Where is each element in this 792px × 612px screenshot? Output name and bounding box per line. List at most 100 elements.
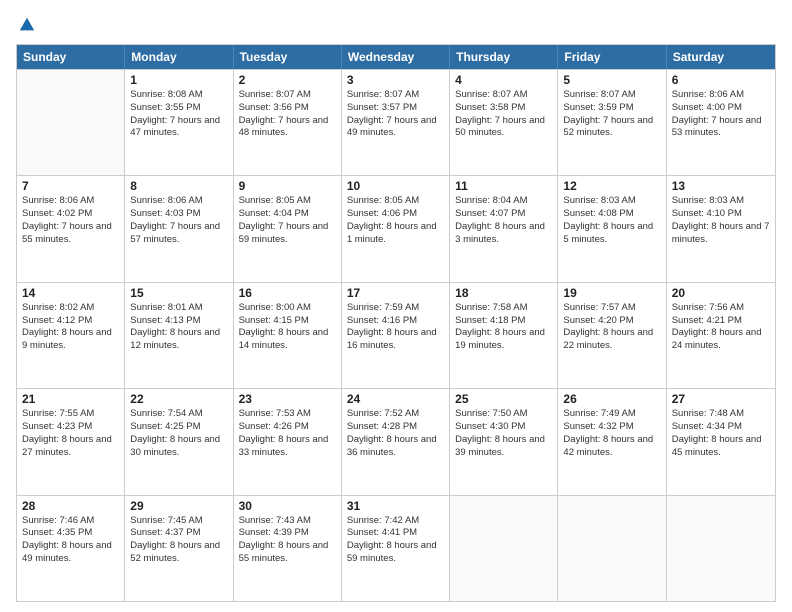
day-number: 19 bbox=[563, 286, 660, 300]
calendar-header: SundayMondayTuesdayWednesdayThursdayFrid… bbox=[17, 45, 775, 69]
day-number: 2 bbox=[239, 73, 336, 87]
day-info: Sunrise: 7:43 AMSunset: 4:39 PMDaylight:… bbox=[239, 515, 336, 566]
day-info: Sunrise: 7:50 AMSunset: 4:30 PMDaylight:… bbox=[455, 408, 552, 459]
day-number: 3 bbox=[347, 73, 444, 87]
weekday-header: Friday bbox=[558, 45, 666, 69]
day-info: Sunrise: 7:52 AMSunset: 4:28 PMDaylight:… bbox=[347, 408, 444, 459]
calendar-cell: 10 Sunrise: 8:05 AMSunset: 4:06 PMDayligh… bbox=[342, 176, 450, 281]
calendar-cell: 18 Sunrise: 7:58 AMSunset: 4:18 PMDayligh… bbox=[450, 283, 558, 388]
day-info: Sunrise: 8:07 AMSunset: 3:56 PMDaylight:… bbox=[239, 89, 336, 140]
day-number: 15 bbox=[130, 286, 227, 300]
day-info: Sunrise: 8:05 AMSunset: 4:06 PMDaylight:… bbox=[347, 195, 444, 246]
calendar-cell: 2 Sunrise: 8:07 AMSunset: 3:56 PMDaylight… bbox=[234, 70, 342, 175]
calendar-cell: 20 Sunrise: 7:56 AMSunset: 4:21 PMDayligh… bbox=[667, 283, 775, 388]
day-number: 12 bbox=[563, 179, 660, 193]
calendar-body: 1 Sunrise: 8:08 AMSunset: 3:55 PMDaylight… bbox=[17, 69, 775, 601]
weekday-header: Tuesday bbox=[234, 45, 342, 69]
day-number: 13 bbox=[672, 179, 770, 193]
calendar-cell: 11 Sunrise: 8:04 AMSunset: 4:07 PMDayligh… bbox=[450, 176, 558, 281]
day-number: 10 bbox=[347, 179, 444, 193]
day-number: 5 bbox=[563, 73, 660, 87]
calendar-cell: 17Sunrise: 7:59 AMSunset: 4:16 PMDayligh… bbox=[342, 283, 450, 388]
calendar-cell: 8Sunrise: 8:06 AMSunset: 4:03 PMDaylight… bbox=[125, 176, 233, 281]
day-info: Sunrise: 7:45 AMSunset: 4:37 PMDaylight:… bbox=[130, 515, 227, 566]
day-number: 9 bbox=[239, 179, 336, 193]
weekday-header: Monday bbox=[125, 45, 233, 69]
logo-icon bbox=[18, 16, 36, 34]
day-info: Sunrise: 7:59 AMSunset: 4:16 PMDaylight:… bbox=[347, 302, 444, 353]
logo-text bbox=[16, 16, 36, 34]
day-info: Sunrise: 8:03 AMSunset: 4:08 PMDaylight:… bbox=[563, 195, 660, 246]
day-info: Sunrise: 8:07 AMSunset: 3:59 PMDaylight:… bbox=[563, 89, 660, 140]
day-number: 23 bbox=[239, 392, 336, 406]
day-number: 30 bbox=[239, 499, 336, 513]
calendar-cell: 31 Sunrise: 7:42 AMSunset: 4:41 PMDayligh… bbox=[342, 496, 450, 601]
day-info: Sunrise: 7:46 AMSunset: 4:35 PMDaylight:… bbox=[22, 515, 119, 566]
day-number: 4 bbox=[455, 73, 552, 87]
day-number: 1 bbox=[130, 73, 227, 87]
calendar-cell: 1 Sunrise: 8:08 AMSunset: 3:55 PMDaylight… bbox=[125, 70, 233, 175]
calendar-cell: 21Sunrise: 7:55 AMSunset: 4:23 PMDayligh… bbox=[17, 389, 125, 494]
calendar-row: 1 Sunrise: 8:08 AMSunset: 3:55 PMDaylight… bbox=[17, 69, 775, 175]
day-info: Sunrise: 8:06 AMSunset: 4:03 PMDaylight:… bbox=[130, 195, 227, 246]
calendar-cell bbox=[17, 70, 125, 175]
weekday-header: Wednesday bbox=[342, 45, 450, 69]
day-info: Sunrise: 8:06 AMSunset: 4:02 PMDaylight:… bbox=[22, 195, 119, 246]
day-number: 20 bbox=[672, 286, 770, 300]
calendar-cell: 6 Sunrise: 8:06 AMSunset: 4:00 PMDaylight… bbox=[667, 70, 775, 175]
day-number: 11 bbox=[455, 179, 552, 193]
calendar-cell bbox=[450, 496, 558, 601]
day-info: Sunrise: 7:42 AMSunset: 4:41 PMDaylight:… bbox=[347, 515, 444, 566]
calendar: SundayMondayTuesdayWednesdayThursdayFrid… bbox=[16, 44, 776, 602]
calendar-cell: 5 Sunrise: 8:07 AMSunset: 3:59 PMDaylight… bbox=[558, 70, 666, 175]
calendar-row: 28 Sunrise: 7:46 AMSunset: 4:35 PMDayligh… bbox=[17, 495, 775, 601]
weekday-header: Thursday bbox=[450, 45, 558, 69]
day-number: 27 bbox=[672, 392, 770, 406]
calendar-cell: 15 Sunrise: 8:01 AMSunset: 4:13 PMDayligh… bbox=[125, 283, 233, 388]
calendar-cell: 26 Sunrise: 7:49 AMSunset: 4:32 PMDayligh… bbox=[558, 389, 666, 494]
day-number: 7 bbox=[22, 179, 119, 193]
calendar-row: 14Sunrise: 8:02 AMSunset: 4:12 PMDayligh… bbox=[17, 282, 775, 388]
day-info: Sunrise: 7:58 AMSunset: 4:18 PMDaylight:… bbox=[455, 302, 552, 353]
day-info: Sunrise: 8:02 AMSunset: 4:12 PMDaylight:… bbox=[22, 302, 119, 353]
day-info: Sunrise: 7:57 AMSunset: 4:20 PMDaylight:… bbox=[563, 302, 660, 353]
day-number: 25 bbox=[455, 392, 552, 406]
day-info: Sunrise: 8:01 AMSunset: 4:13 PMDaylight:… bbox=[130, 302, 227, 353]
calendar-cell: 30 Sunrise: 7:43 AMSunset: 4:39 PMDayligh… bbox=[234, 496, 342, 601]
day-info: Sunrise: 8:06 AMSunset: 4:00 PMDaylight:… bbox=[672, 89, 770, 140]
header bbox=[16, 16, 776, 34]
calendar-cell bbox=[558, 496, 666, 601]
calendar-cell: 22Sunrise: 7:54 AMSunset: 4:25 PMDayligh… bbox=[125, 389, 233, 494]
day-number: 26 bbox=[563, 392, 660, 406]
calendar-cell: 24Sunrise: 7:52 AMSunset: 4:28 PMDayligh… bbox=[342, 389, 450, 494]
day-number: 6 bbox=[672, 73, 770, 87]
day-info: Sunrise: 8:05 AMSunset: 4:04 PMDaylight:… bbox=[239, 195, 336, 246]
logo bbox=[16, 16, 36, 34]
day-info: Sunrise: 8:04 AMSunset: 4:07 PMDaylight:… bbox=[455, 195, 552, 246]
day-info: Sunrise: 8:07 AMSunset: 3:58 PMDaylight:… bbox=[455, 89, 552, 140]
calendar-cell bbox=[667, 496, 775, 601]
calendar-cell: 29 Sunrise: 7:45 AMSunset: 4:37 PMDayligh… bbox=[125, 496, 233, 601]
day-number: 18 bbox=[455, 286, 552, 300]
day-info: Sunrise: 8:00 AMSunset: 4:15 PMDaylight:… bbox=[239, 302, 336, 353]
day-number: 29 bbox=[130, 499, 227, 513]
weekday-header: Sunday bbox=[17, 45, 125, 69]
day-number: 28 bbox=[22, 499, 119, 513]
day-info: Sunrise: 8:07 AMSunset: 3:57 PMDaylight:… bbox=[347, 89, 444, 140]
day-info: Sunrise: 7:56 AMSunset: 4:21 PMDaylight:… bbox=[672, 302, 770, 353]
day-info: Sunrise: 7:54 AMSunset: 4:25 PMDaylight:… bbox=[130, 408, 227, 459]
calendar-cell: 23 Sunrise: 7:53 AMSunset: 4:26 PMDayligh… bbox=[234, 389, 342, 494]
calendar-cell: 16 Sunrise: 8:00 AMSunset: 4:15 PMDayligh… bbox=[234, 283, 342, 388]
calendar-row: 7 Sunrise: 8:06 AMSunset: 4:02 PMDaylight… bbox=[17, 175, 775, 281]
day-info: Sunrise: 8:08 AMSunset: 3:55 PMDaylight:… bbox=[130, 89, 227, 140]
day-info: Sunrise: 7:49 AMSunset: 4:32 PMDaylight:… bbox=[563, 408, 660, 459]
day-number: 16 bbox=[239, 286, 336, 300]
calendar-cell: 28 Sunrise: 7:46 AMSunset: 4:35 PMDayligh… bbox=[17, 496, 125, 601]
day-info: Sunrise: 8:03 AMSunset: 4:10 PMDaylight:… bbox=[672, 195, 770, 246]
weekday-header: Saturday bbox=[667, 45, 775, 69]
calendar-cell: 3 Sunrise: 8:07 AMSunset: 3:57 PMDaylight… bbox=[342, 70, 450, 175]
day-info: Sunrise: 7:53 AMSunset: 4:26 PMDaylight:… bbox=[239, 408, 336, 459]
calendar-cell: 19 Sunrise: 7:57 AMSunset: 4:20 PMDayligh… bbox=[558, 283, 666, 388]
calendar-cell: 9 Sunrise: 8:05 AMSunset: 4:04 PMDaylight… bbox=[234, 176, 342, 281]
day-number: 31 bbox=[347, 499, 444, 513]
